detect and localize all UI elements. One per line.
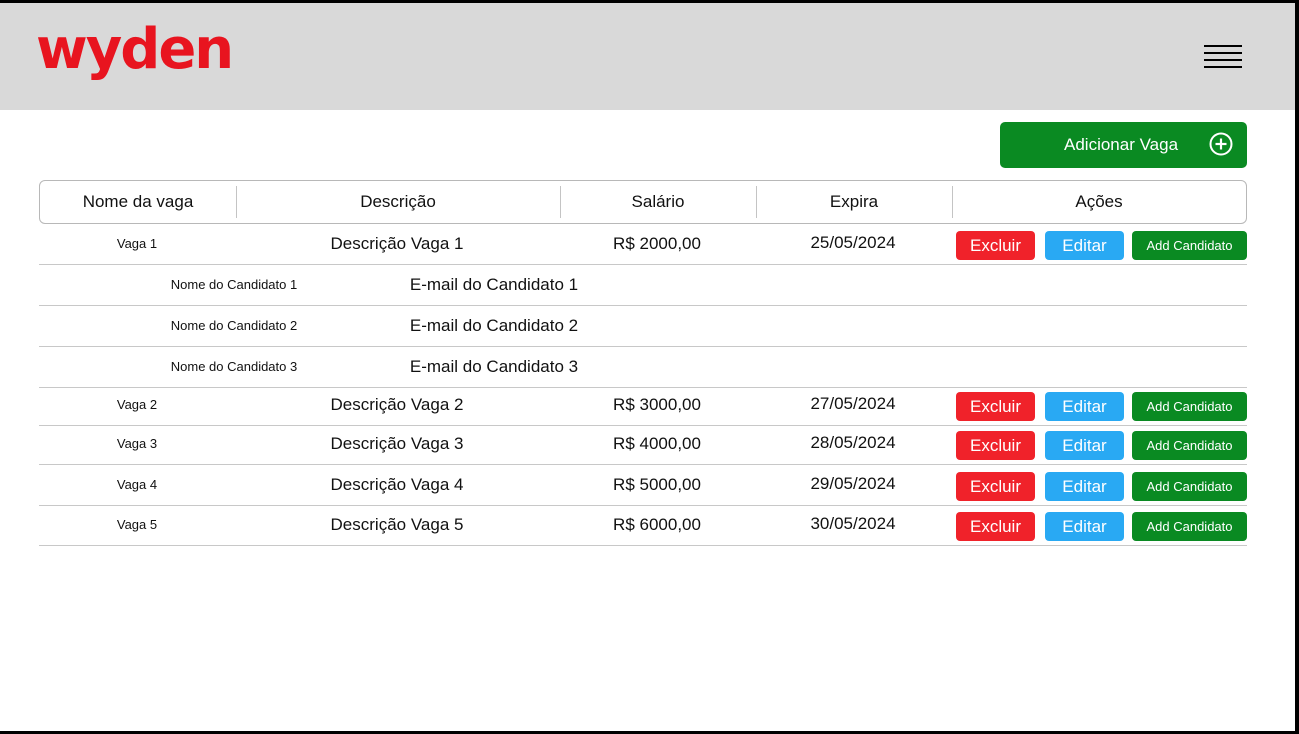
candidate-row: Nome do Candidato 2 E-mail do Candidato … [39,306,1247,347]
table-header: Nome da vaga Descrição Salário Expira Aç… [39,180,1247,224]
vaga-salary: R$ 6000,00 [613,515,701,534]
candidate-email: E-mail do Candidato 3 [409,357,579,376]
wyden-logo: wyden [36,17,234,82]
vaga-salary: R$ 4000,00 [613,434,701,453]
excluir-button[interactable]: Excluir [956,431,1035,460]
candidate-email: E-mail do Candidato 1 [409,275,579,294]
vaga-expiry: 28/05/2024 [810,433,896,452]
column-header-expira: Expira [829,192,879,211]
vaga-salary: R$ 5000,00 [613,475,701,494]
vaga-expiry: 29/05/2024 [810,474,896,493]
excluir-button[interactable]: Excluir [956,472,1035,501]
candidate-row: Nome do Candidato 3 E-mail do Candidato … [39,347,1247,388]
column-header-descricao: Descrição [360,192,436,211]
vaga-name: Vaga 3 [116,436,158,451]
add-vaga-label: Adicionar Vaga [1064,135,1179,154]
editar-button[interactable]: Editar [1045,512,1124,541]
table-row: Vaga 4 Descrição Vaga 4 R$ 5000,00 29/05… [39,465,1247,506]
column-header-salario: Salário [631,192,685,211]
top-bar: wyden [0,3,1295,110]
column-header-nome: Nome da vaga [82,192,194,211]
vaga-expiry: 27/05/2024 [810,394,896,413]
candidate-row: Nome do Candidato 1 E-mail do Candidato … [39,265,1247,306]
add-candidato-button[interactable]: Add Candidato [1132,392,1247,421]
add-vaga-button[interactable]: Adicionar Vaga [1000,122,1247,168]
editar-button[interactable]: Editar [1045,392,1124,421]
vaga-expiry: 30/05/2024 [810,514,896,533]
excluir-button[interactable]: Excluir [956,512,1035,541]
vaga-name: Vaga 2 [116,397,158,412]
vaga-description: Descrição Vaga 4 [330,475,464,494]
add-candidato-button[interactable]: Add Candidato [1132,512,1247,541]
editar-button[interactable]: Editar [1045,472,1124,501]
candidate-email: E-mail do Candidato 2 [409,316,579,335]
add-candidato-button[interactable]: Add Candidato [1132,231,1247,260]
candidate-name: Nome do Candidato 2 [170,318,298,333]
candidate-name: Nome do Candidato 3 [170,359,298,374]
candidate-name: Nome do Candidato 1 [170,277,298,292]
vaga-description: Descrição Vaga 5 [330,515,464,534]
editar-button[interactable]: Editar [1045,231,1124,260]
editar-button[interactable]: Editar [1045,431,1124,460]
vaga-description: Descrição Vaga 1 [330,234,464,253]
vaga-salary: R$ 2000,00 [613,234,701,253]
add-candidato-button[interactable]: Add Candidato [1132,472,1247,501]
table-row: Vaga 2 Descrição Vaga 2 R$ 3000,00 27/05… [39,385,1247,426]
vaga-salary: R$ 3000,00 [613,395,701,414]
add-candidato-button[interactable]: Add Candidato [1132,431,1247,460]
vaga-expiry: 25/05/2024 [810,233,896,252]
excluir-button[interactable]: Excluir [956,231,1035,260]
table-row: Vaga 5 Descrição Vaga 5 R$ 6000,00 30/05… [39,505,1247,546]
vaga-name: Vaga 4 [116,477,158,492]
excluir-button[interactable]: Excluir [956,392,1035,421]
plus-circle-icon [1209,132,1233,156]
table-row: Vaga 1 Descrição Vaga 1 R$ 2000,00 25/05… [39,224,1247,265]
vaga-name: Vaga 1 [116,236,158,251]
vaga-name: Vaga 5 [116,517,158,532]
vaga-description: Descrição Vaga 3 [330,434,464,453]
table-row: Vaga 3 Descrição Vaga 3 R$ 4000,00 28/05… [39,424,1247,465]
column-header-acoes: Ações [1075,192,1123,211]
vaga-description: Descrição Vaga 2 [330,395,464,414]
app-frame: wyden Adicionar Vaga Nome da vaga Descri… [0,3,1295,731]
hamburger-menu-icon[interactable] [1200,41,1244,73]
